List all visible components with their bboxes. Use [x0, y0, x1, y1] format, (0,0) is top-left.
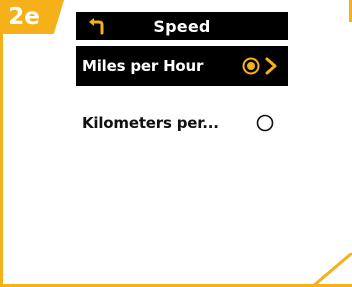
step-label: 2e: [8, 4, 40, 30]
radio-selected-icon: [242, 57, 260, 75]
option-kilometers-per-hour[interactable]: Kilometers per...: [76, 110, 288, 136]
option-label: Kilometers per...: [82, 114, 219, 132]
option-label: Miles per Hour: [82, 57, 204, 75]
panel-border-left: [0, 0, 3, 287]
device-screen: Speed Miles per Hour Kilometers per...: [76, 12, 288, 136]
corner-diagonal-line: [312, 253, 352, 287]
back-arrow-icon[interactable]: [86, 16, 106, 36]
chevron-right-icon: [265, 57, 277, 75]
radio-empty-icon: [256, 114, 274, 132]
screen-title: Speed: [153, 16, 211, 36]
step-panel: 2e Speed Miles per Hour Kilometers per..…: [0, 0, 352, 287]
title-bar: Speed: [76, 12, 288, 40]
option-miles-per-hour[interactable]: Miles per Hour: [76, 46, 288, 86]
